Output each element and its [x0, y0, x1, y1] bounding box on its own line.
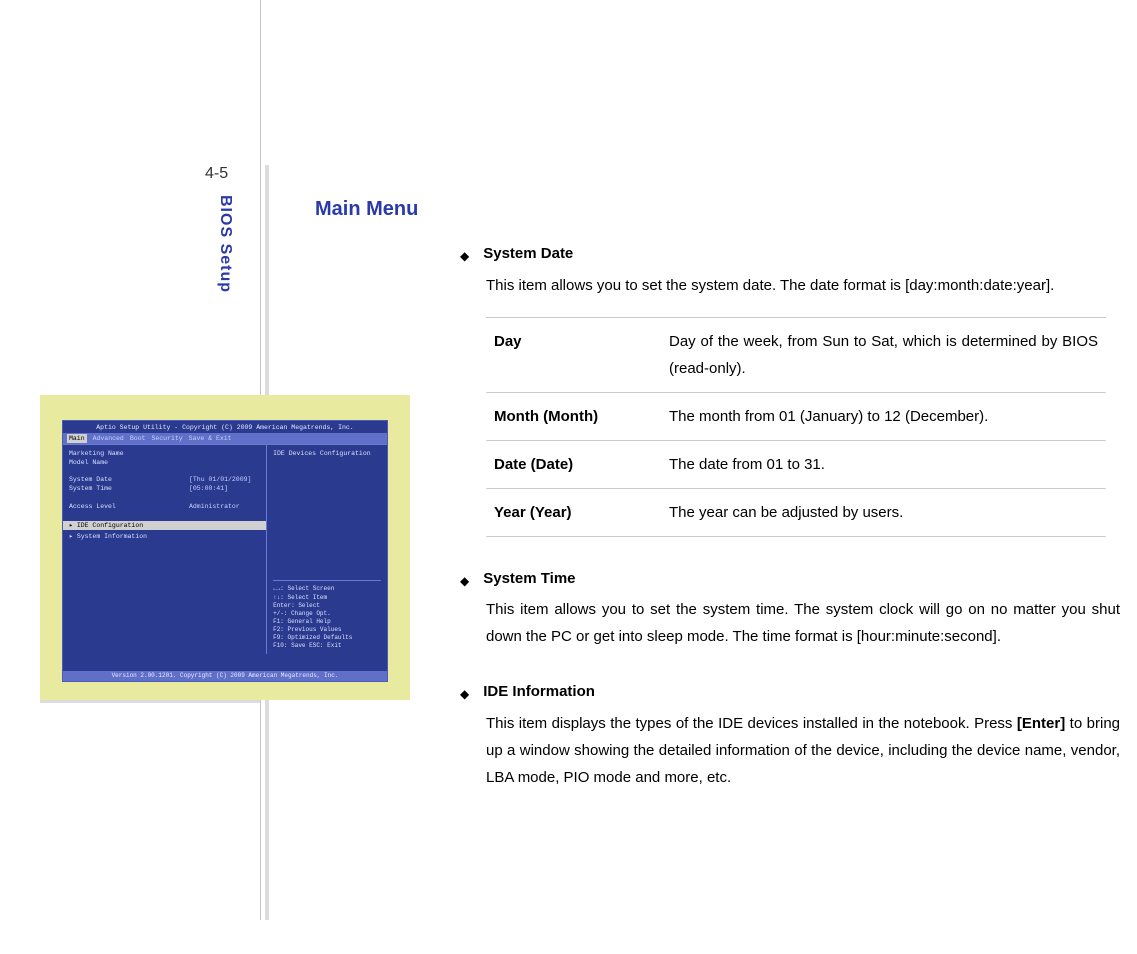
bios-marketing-name: Marketing Name	[69, 449, 189, 458]
term-year: Year (Year)	[486, 488, 661, 536]
term-date: Date (Date)	[486, 440, 661, 488]
bios-footer: Version 2.00.1201. Copyright (C) 2009 Am…	[63, 671, 387, 681]
section-body-system-date: This item allows you to set the system d…	[486, 272, 1120, 299]
bios-tab-main: Main	[67, 434, 87, 443]
desc-year: The year can be adjusted by users.	[661, 488, 1106, 536]
section-body-system-time: This item allows you to set the system t…	[486, 596, 1120, 650]
desc-day: Day of the week, from Sun to Sat, which …	[661, 317, 1106, 392]
bios-tab-save-exit: Save & Exit	[189, 434, 232, 443]
bios-access-level-label: Access Level	[69, 502, 189, 511]
bullet-icon: ◆	[460, 246, 469, 268]
bios-help-line: F2: Previous Values	[273, 626, 381, 634]
desc-date: The date from 01 to 31.	[661, 440, 1106, 488]
table-row: Date (Date) The date from 01 to 31.	[486, 440, 1106, 488]
content-column: ◆ System Date This item allows you to se…	[460, 240, 1120, 819]
date-definition-table: Day Day of the week, from Sun to Sat, wh…	[486, 317, 1106, 537]
bios-help-line: F10: Save ESC: Exit	[273, 642, 381, 650]
bios-tab-security: Security	[151, 434, 182, 443]
term-month: Month (Month)	[486, 392, 661, 440]
bios-help-line: ←→: Select Screen	[273, 585, 381, 593]
bios-system-time-label: System Time	[69, 484, 189, 493]
table-row: Month (Month) The month from 01 (January…	[486, 392, 1106, 440]
bios-model-name: Model Name	[69, 458, 189, 467]
bios-help-description: IDE Devices Configuration	[273, 449, 381, 580]
ide-body-enter: [Enter]	[1017, 715, 1065, 732]
section-system-time: ◆ System Time This item allows you to se…	[460, 565, 1120, 651]
bios-help-line: F9: Optimized Defaults	[273, 634, 381, 642]
bios-screen: Aptio Setup Utility - Copyright (C) 2009…	[62, 420, 388, 682]
bios-system-date-label: System Date	[69, 475, 189, 484]
bios-title-bar: Aptio Setup Utility - Copyright (C) 2009…	[63, 421, 387, 433]
section-title-ide-info: IDE Information	[483, 678, 595, 706]
bios-help-line: +/-: Change Opt.	[273, 610, 381, 618]
bios-system-information: ▸ System Information	[69, 532, 147, 541]
bios-help-line: Enter: Select	[273, 602, 381, 610]
bios-ide-configuration-row: ▸ IDE Configuration	[63, 521, 266, 530]
bullet-icon: ◆	[460, 684, 469, 706]
bios-tab-boot: Boot	[130, 434, 146, 443]
page-number: 4-5	[205, 165, 228, 183]
table-row: Day Day of the week, from Sun to Sat, wh…	[486, 317, 1106, 392]
sidebar-chapter-label: BIOS Setup	[216, 195, 234, 293]
section-system-date: ◆ System Date This item allows you to se…	[460, 240, 1120, 537]
page-title: Main Menu	[315, 198, 418, 221]
table-row: Year (Year) The year can be adjusted by …	[486, 488, 1106, 536]
bios-help-line: F1: General Help	[273, 618, 381, 626]
desc-month: The month from 01 (January) to 12 (Decem…	[661, 392, 1106, 440]
bios-tab-row: Main Advanced Boot Security Save & Exit	[63, 433, 387, 444]
bios-help-line: ↑↓: Select Item	[273, 594, 381, 602]
ide-body-pre: This item displays the types of the IDE …	[486, 715, 1017, 732]
bios-right-pane: IDE Devices Configuration ←→: Select Scr…	[267, 445, 387, 654]
section-body-ide-info: This item displays the types of the IDE …	[486, 710, 1120, 791]
bios-system-date-value: [Thu 01/01/2009]	[189, 475, 251, 484]
bios-system-time-value: [05:00:41]	[189, 484, 228, 493]
bullet-icon: ◆	[460, 571, 469, 593]
section-ide-information: ◆ IDE Information This item displays the…	[460, 678, 1120, 791]
bios-tab-advanced: Advanced	[93, 434, 124, 443]
bios-access-level-value: Administrator	[189, 502, 240, 511]
bios-key-help: ←→: Select Screen ↑↓: Select Item Enter:…	[273, 580, 381, 650]
bios-screenshot-figure: Aptio Setup Utility - Copyright (C) 2009…	[40, 395, 410, 700]
term-day: Day	[486, 317, 661, 392]
bios-left-pane: Marketing Name Model Name System Date[Th…	[63, 445, 267, 654]
figure-underline	[40, 700, 260, 703]
section-title-system-date: System Date	[483, 240, 573, 268]
section-title-system-time: System Time	[483, 565, 575, 593]
